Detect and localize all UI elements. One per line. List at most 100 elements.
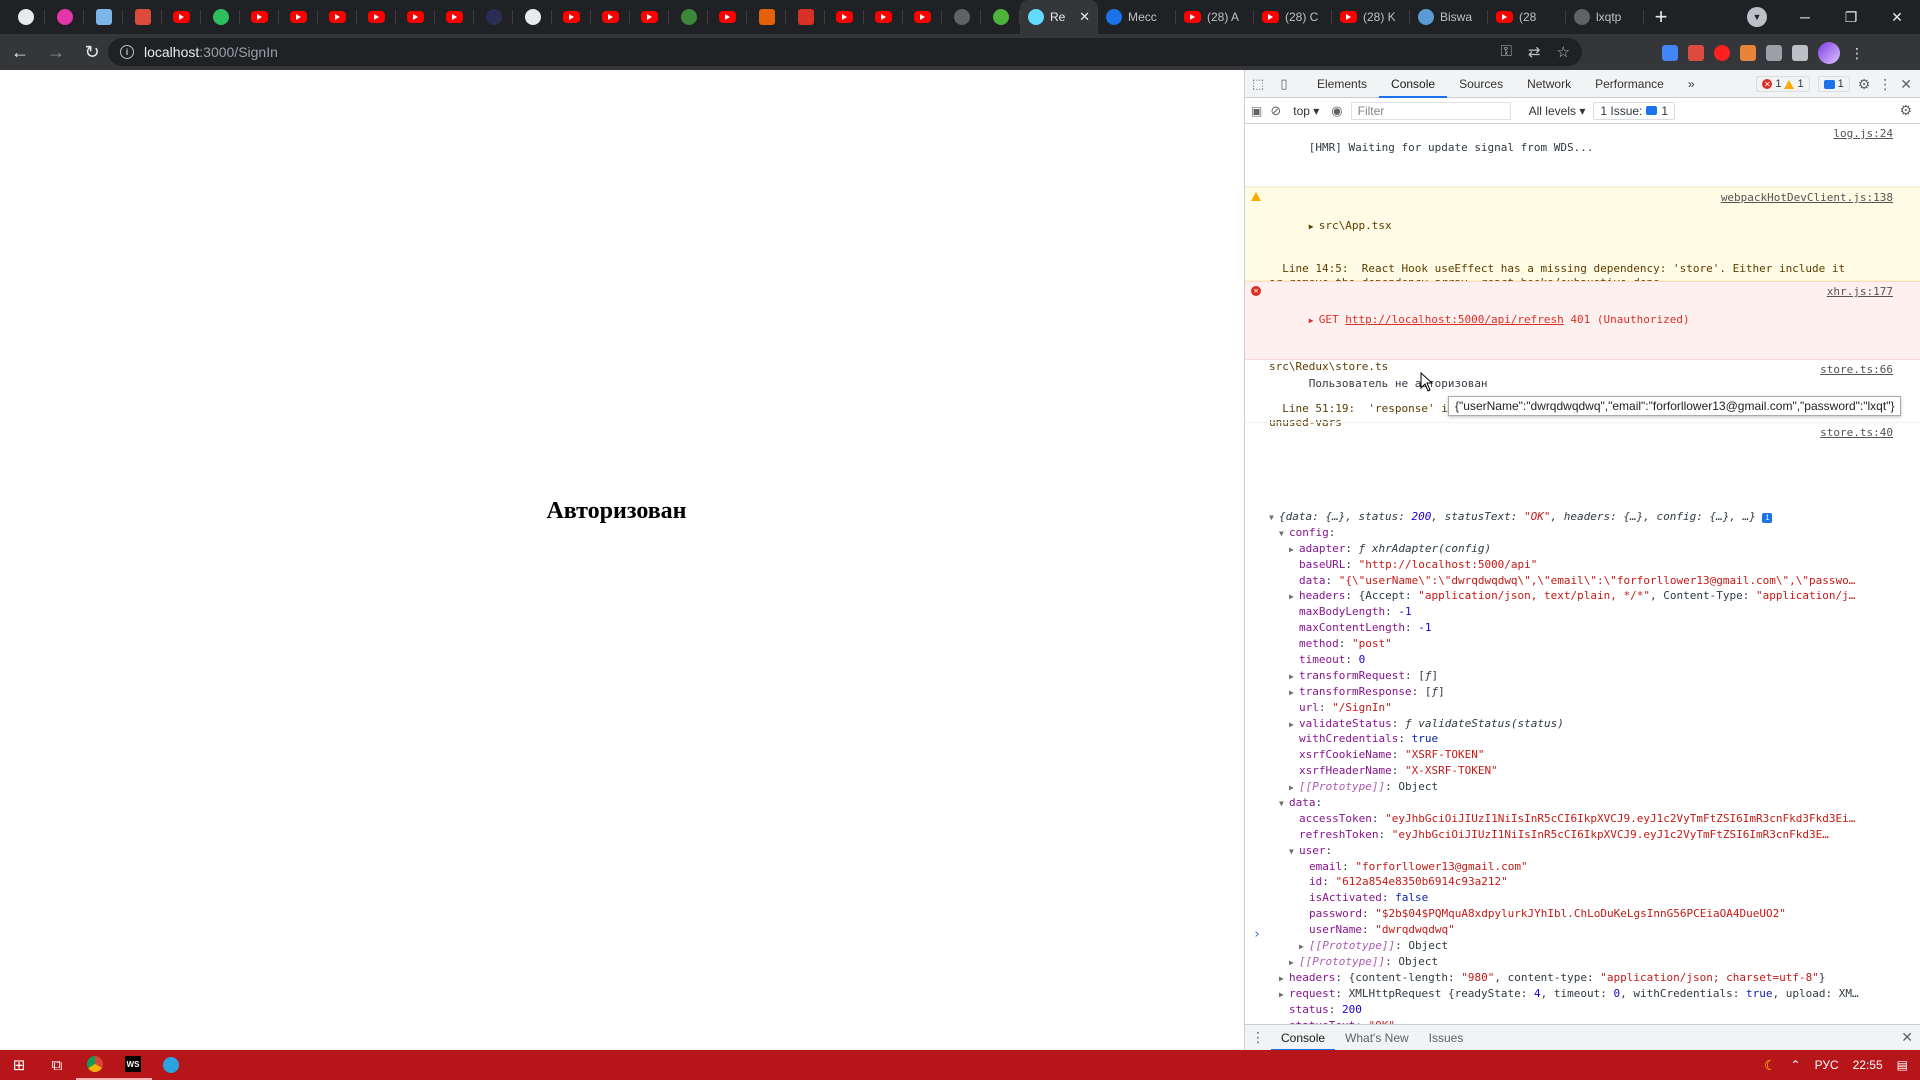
browser-tab[interactable]: [201, 0, 240, 34]
telegram-taskbar-icon[interactable]: [152, 1050, 190, 1080]
object-tree-row[interactable]: ▶ adapter: ƒ xhrAdapter(config): [1269, 541, 1920, 557]
browser-tab[interactable]: [942, 0, 981, 34]
browser-tab[interactable]: [981, 0, 1020, 34]
puzzle-icon[interactable]: [1766, 45, 1782, 61]
browser-tab[interactable]: [825, 0, 864, 34]
collapse-arrow-icon[interactable]: ▼: [1269, 510, 1279, 525]
browser-tab[interactable]: Biswa: [1410, 0, 1488, 34]
tab-elements[interactable]: Elements: [1305, 70, 1379, 98]
reload-button[interactable]: ↻: [76, 36, 108, 68]
browser-tab[interactable]: [123, 0, 162, 34]
source-link[interactable]: xhr.js:177: [1827, 285, 1893, 299]
translate-icon[interactable]: ⇄: [1528, 43, 1541, 61]
source-link[interactable]: store.ts:66: [1820, 363, 1893, 377]
expand-arrow-icon[interactable]: ▶: [1289, 589, 1299, 604]
close-drawer-icon[interactable]: ✕: [1901, 1029, 1913, 1046]
object-tree-row[interactable]: ▶ [[Prototype]]: Object: [1269, 779, 1920, 795]
avatar[interactable]: [1818, 42, 1840, 64]
request-url-link[interactable]: http://localhost:5000/api/refresh: [1345, 313, 1564, 326]
drawer-tab-console[interactable]: Console: [1271, 1025, 1336, 1051]
minimize-icon[interactable]: ─: [1782, 9, 1828, 25]
webstorm-taskbar-icon[interactable]: WS: [114, 1050, 152, 1080]
browser-tab[interactable]: [864, 0, 903, 34]
inspect-element-icon[interactable]: ⬚: [1245, 76, 1271, 92]
context-select[interactable]: top ▾: [1289, 104, 1323, 118]
tab-search-icon[interactable]: ▼: [1747, 7, 1767, 27]
chrome-taskbar-icon[interactable]: [76, 1050, 114, 1080]
source-link[interactable]: webpackHotDevClient.js:138: [1721, 191, 1893, 205]
redux-extension-icon[interactable]: [1714, 45, 1730, 61]
expand-arrow-icon[interactable]: ▶: [1289, 685, 1299, 700]
object-tree-row[interactable]: ▶ validateStatus: ƒ validateStatus(status…: [1269, 716, 1920, 732]
fox-extension-icon[interactable]: [1740, 45, 1756, 61]
console-settings-gear-icon[interactable]: ⚙: [1899, 102, 1912, 119]
tab-console[interactable]: Console: [1379, 70, 1448, 98]
object-tree-row[interactable]: ▼ user:: [1269, 843, 1920, 859]
drawer-menu-icon[interactable]: ⋮: [1245, 1029, 1271, 1046]
browser-tab[interactable]: [630, 0, 669, 34]
collapse-arrow-icon[interactable]: ▼: [1289, 844, 1299, 859]
tab-performance[interactable]: Performance: [1583, 70, 1676, 98]
expand-arrow-icon[interactable]: ▶: [1289, 669, 1299, 684]
live-expression-eye-icon[interactable]: ◉: [1331, 103, 1342, 119]
todoist-extension-icon[interactable]: [1688, 45, 1704, 61]
object-tree-row[interactable]: ▶ transformRequest: [ƒ]: [1269, 668, 1920, 684]
more-tabs-button[interactable]: »: [1676, 70, 1707, 98]
expand-arrow-icon[interactable]: ▶: [1279, 971, 1289, 986]
issues-button[interactable]: 1 Issue: 1: [1593, 101, 1676, 120]
object-tree-row[interactable]: ▶ transformResponse: [ƒ]: [1269, 684, 1920, 700]
console-filter-input[interactable]: Filter: [1350, 101, 1511, 120]
device-toolbar-icon[interactable]: ▯: [1271, 76, 1297, 92]
browser-tab[interactable]: [357, 0, 396, 34]
reading-list-icon[interactable]: [1792, 45, 1808, 61]
object-tree-row[interactable]: ▶ [[Prototype]]: Object: [1269, 954, 1920, 970]
browser-tab[interactable]: (28: [1488, 0, 1566, 34]
browser-tab[interactable]: [552, 0, 591, 34]
extension-icon[interactable]: [1662, 45, 1678, 61]
close-window-icon[interactable]: ✕: [1874, 9, 1920, 26]
browser-tab[interactable]: [435, 0, 474, 34]
object-tree-row[interactable]: ▶ [[Prototype]]: Object: [1269, 938, 1920, 954]
browser-tab[interactable]: [708, 0, 747, 34]
source-link[interactable]: log.js:24: [1833, 127, 1893, 141]
browser-tab[interactable]: [903, 0, 942, 34]
object-tree-row[interactable]: ▶ headers: {content-length: "980", conten…: [1269, 970, 1920, 986]
key-icon[interactable]: ⚿: [1501, 43, 1512, 61]
browser-tab[interactable]: [84, 0, 123, 34]
language-indicator[interactable]: РУС: [1815, 1058, 1839, 1072]
object-tree-row[interactable]: ▼ {data: {…}, status: 200, statusText: "O…: [1269, 509, 1920, 525]
source-link[interactable]: store.ts:40: [1820, 426, 1893, 440]
windows-start-icon[interactable]: ⊞: [0, 1050, 38, 1080]
bookmark-star-icon[interactable]: ☆: [1557, 43, 1570, 61]
url-text[interactable]: localhost:3000/SignIn: [144, 44, 278, 60]
restore-icon[interactable]: ❐: [1828, 9, 1874, 26]
error-warning-counter[interactable]: ✕ 1 1: [1756, 76, 1810, 92]
close-devtools-icon[interactable]: ✕: [1900, 76, 1912, 93]
browser-tab[interactable]: [669, 0, 708, 34]
menu-kebab-icon[interactable]: ⋮: [1850, 45, 1864, 62]
object-tree-row[interactable]: ▶ headers: {Accept: "application/json, te…: [1269, 588, 1920, 604]
settings-gear-icon[interactable]: ⚙: [1858, 76, 1871, 93]
clear-console-icon[interactable]: ⊘: [1270, 103, 1281, 119]
collapse-arrow-icon[interactable]: ▼: [1279, 796, 1289, 811]
drawer-tab-what-s-new[interactable]: What's New: [1335, 1025, 1419, 1051]
browser-tab[interactable]: [318, 0, 357, 34]
collapse-arrow-icon[interactable]: ▼: [1279, 526, 1289, 541]
browser-tab[interactable]: [747, 0, 786, 34]
browser-tab[interactable]: [591, 0, 630, 34]
devtools-menu-icon[interactable]: ⋮: [1878, 76, 1892, 93]
browser-tab[interactable]: Re ✕: [1020, 0, 1098, 34]
console-prompt[interactable]: ›: [1253, 927, 1261, 942]
browser-tab[interactable]: [240, 0, 279, 34]
browser-tab[interactable]: [279, 0, 318, 34]
close-tab-icon[interactable]: ✕: [1079, 9, 1090, 25]
issues-counter[interactable]: 1: [1817, 76, 1850, 92]
task-view-icon[interactable]: ⧉: [38, 1050, 76, 1080]
browser-tab[interactable]: [786, 0, 825, 34]
object-tree-row[interactable]: ▼ config:: [1269, 525, 1920, 541]
address-bar[interactable]: i localhost:3000/SignIn ⚿ ⇄ ☆: [108, 38, 1582, 66]
site-info-icon[interactable]: i: [120, 45, 134, 59]
object-tree-row[interactable]: ▶ request: XMLHttpRequest {readyState: 4,…: [1269, 986, 1920, 1002]
expand-arrow-icon[interactable]: ▶: [1289, 542, 1299, 557]
browser-tab[interactable]: (28) C: [1254, 0, 1332, 34]
